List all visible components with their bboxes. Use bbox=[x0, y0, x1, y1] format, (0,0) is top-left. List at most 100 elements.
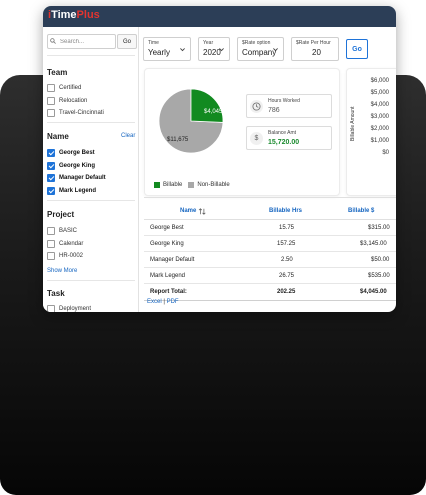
legend-non-billable: Non-Billable bbox=[197, 182, 230, 188]
time-select-value: Yearly bbox=[148, 48, 170, 57]
checkbox-label: George King bbox=[59, 163, 96, 169]
team-item-certified[interactable]: Certified bbox=[47, 83, 81, 93]
table-top-border bbox=[144, 197, 396, 198]
table-row: George Best 15.75 $315.00 bbox=[144, 220, 396, 236]
cell-amt: $535.00 bbox=[368, 273, 390, 279]
cell-hrs: 26.75 bbox=[279, 273, 295, 279]
pie-slice-billable[interactable] bbox=[190, 88, 224, 123]
project-item-calendar[interactable]: Calendar bbox=[47, 239, 83, 249]
team-item-relocation[interactable]: Relocation bbox=[47, 96, 87, 106]
export-pdf-link[interactable]: PDF bbox=[167, 299, 179, 305]
search-row: Go bbox=[47, 34, 137, 49]
legend-billable: Billable bbox=[163, 182, 183, 188]
export-separator: | bbox=[163, 299, 165, 305]
hours-worked-value: 786 bbox=[268, 107, 280, 114]
table-row: Manager Default 2.50 $50.00 bbox=[144, 252, 396, 268]
checkbox-label: Mark Legend bbox=[59, 188, 97, 194]
checkbox[interactable] bbox=[47, 227, 55, 235]
cell-amt: $3,145.00 bbox=[360, 241, 387, 247]
checkbox-label: Deployment bbox=[59, 306, 92, 312]
checkbox-checked[interactable] bbox=[47, 149, 55, 157]
checkbox-label: HR-0002 bbox=[59, 253, 84, 259]
clear-name-link[interactable]: Clear bbox=[121, 133, 135, 139]
dollar-icon: $ bbox=[250, 132, 263, 145]
checkbox-label: Calendar bbox=[59, 241, 84, 247]
logo-main: Time bbox=[51, 9, 77, 21]
y-tick: $2,000 bbox=[370, 126, 389, 132]
task-item-deployment[interactable]: Deployment bbox=[47, 304, 91, 312]
y-tick: $4,000 bbox=[370, 102, 389, 108]
chevron-down-icon bbox=[219, 48, 224, 52]
cell-amt: $315.00 bbox=[368, 225, 390, 231]
cell-name: George King bbox=[150, 241, 184, 247]
billable-swatch bbox=[154, 182, 160, 188]
balance-amt-label: Balance Amt bbox=[268, 130, 297, 136]
cell-name: George Best bbox=[150, 225, 184, 231]
checkbox-checked[interactable] bbox=[47, 187, 55, 195]
checkbox-checked[interactable] bbox=[47, 174, 55, 182]
y-tick: $6,000 bbox=[370, 78, 389, 84]
table-row: George King 157.25 $3,145.00 bbox=[144, 236, 396, 252]
name-item-george-best[interactable]: George Best bbox=[47, 148, 95, 158]
rate-option-select[interactable]: $Rate option Company bbox=[237, 37, 284, 61]
cell-total-label: Report Total: bbox=[150, 289, 187, 295]
name-section-title: Name bbox=[47, 132, 69, 141]
pie-label-non-billable: $11,675 bbox=[167, 137, 189, 143]
show-more-link[interactable]: Show More bbox=[47, 268, 77, 274]
search-go-button[interactable]: Go bbox=[117, 34, 137, 49]
cell-name: Manager Default bbox=[150, 257, 195, 263]
checkbox[interactable] bbox=[47, 252, 55, 260]
project-section-title: Project bbox=[47, 210, 75, 219]
project-item-basic[interactable]: BASIC bbox=[47, 226, 77, 236]
rate-per-hour-value: 20 bbox=[312, 48, 321, 57]
year-select[interactable]: Year 2020 bbox=[198, 37, 230, 61]
checkbox[interactable] bbox=[47, 305, 55, 312]
rate-per-hour-label: $Rate Per Hour bbox=[296, 40, 331, 46]
time-select-label: Time bbox=[148, 40, 159, 46]
chevron-down-icon bbox=[180, 48, 185, 52]
non-billable-swatch bbox=[188, 182, 195, 188]
rate-per-hour-input[interactable]: $Rate Per Hour 20 bbox=[291, 37, 339, 61]
checkbox-label: George Best bbox=[59, 150, 95, 156]
checkbox-checked[interactable] bbox=[47, 162, 55, 170]
y-tick: $0 bbox=[382, 150, 389, 156]
cell-hrs: 2.50 bbox=[281, 257, 293, 263]
y-tick: $1,000 bbox=[370, 138, 389, 144]
name-item-george-king[interactable]: George King bbox=[47, 161, 95, 171]
hours-worked-label: Hours Worked bbox=[268, 98, 300, 104]
name-item-manager-default[interactable]: Manager Default bbox=[47, 173, 106, 183]
app-logo[interactable]: iTimePlus bbox=[48, 9, 100, 21]
col-header-name-label: Name bbox=[180, 208, 197, 214]
export-excel-link[interactable]: Excel bbox=[147, 299, 162, 305]
cell-amt: $50.00 bbox=[371, 257, 390, 263]
col-header-billable-amt[interactable]: Billable $ bbox=[348, 203, 374, 219]
cell-total-amt: $4,045.00 bbox=[360, 289, 387, 295]
project-item-hr-0002[interactable]: HR-0002 bbox=[47, 251, 83, 261]
time-select[interactable]: Time Yearly bbox=[143, 37, 191, 61]
rate-option-label: $Rate option bbox=[242, 40, 271, 46]
bar-chart-ylabel: Billable Amount bbox=[350, 106, 356, 141]
team-section-title: Team bbox=[47, 68, 68, 77]
hours-worked-stat: Hours Worked 786 bbox=[246, 94, 332, 118]
go-button[interactable]: Go bbox=[346, 39, 368, 59]
balance-amt-value: 15,720.00 bbox=[268, 139, 300, 146]
checkbox-label: BASIC bbox=[59, 228, 78, 234]
checkbox[interactable] bbox=[47, 109, 55, 117]
checkbox[interactable] bbox=[47, 240, 55, 248]
chevron-down-icon bbox=[273, 48, 278, 52]
team-item-travel-cincinnati[interactable]: Travel-Cincinnati bbox=[47, 108, 104, 118]
checkbox[interactable] bbox=[47, 97, 55, 105]
checkbox-label: Certified bbox=[59, 85, 82, 91]
app-header: iTimePlus bbox=[43, 6, 396, 27]
app-window: iTimePlus Go Team Certified Relocation T… bbox=[43, 6, 396, 312]
export-links: Excel | PDF bbox=[147, 299, 179, 305]
checkbox-label: Relocation bbox=[59, 98, 88, 104]
table-bottom-border bbox=[144, 300, 396, 301]
col-header-name[interactable]: Name bbox=[180, 203, 207, 219]
col-header-billable-hrs[interactable]: Billable Hrs bbox=[269, 203, 302, 219]
search-input[interactable] bbox=[47, 34, 116, 49]
name-item-mark-legend[interactable]: Mark Legend bbox=[47, 186, 96, 196]
task-section-title: Task bbox=[47, 289, 65, 298]
checkbox[interactable] bbox=[47, 84, 55, 92]
table-total-row: Report Total: 202.25 $4,045.00 bbox=[144, 284, 396, 300]
